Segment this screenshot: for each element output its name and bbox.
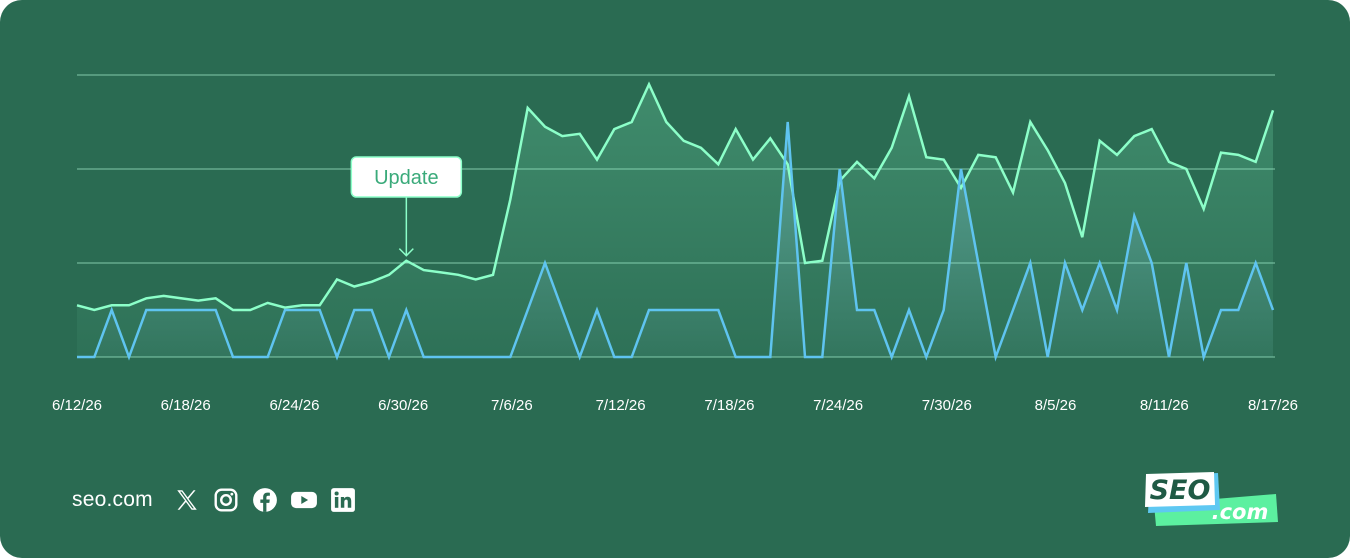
x-tick-label: 6/18/26 [161, 397, 211, 414]
annotation-label: Update [374, 167, 439, 189]
footer: seo.com [72, 482, 368, 518]
x-tick-label: 8/5/26 [1035, 397, 1077, 414]
x-tick-label: 8/11/26 [1140, 397, 1189, 414]
x-tick-label: 6/12/26 [52, 397, 102, 414]
site-link[interactable]: seo.com [72, 488, 153, 512]
facebook-icon[interactable] [251, 486, 279, 514]
instagram-icon[interactable] [212, 486, 240, 514]
logo-seo-text: SEO [1150, 475, 1211, 506]
x-tick-label: 6/24/26 [269, 397, 319, 414]
youtube-icon[interactable] [290, 486, 318, 514]
x-icon[interactable] [173, 486, 201, 514]
logo-com-text: .com [1212, 500, 1269, 524]
x-tick-label: 7/6/26 [491, 397, 533, 414]
x-tick-label: 7/12/26 [596, 397, 646, 414]
x-tick-label: 7/24/26 [813, 397, 863, 414]
x-tick-label: 7/18/26 [704, 397, 754, 414]
chart-card: Update 6/12/26 6/18/26 6/24/26 6/30/26 7/6/2… [0, 0, 1350, 558]
seo-com-logo: SEO .com [1145, 472, 1278, 526]
x-tick-label: 6/30/26 [378, 397, 428, 414]
x-tick-label: 8/17/26 [1248, 397, 1298, 414]
linkedin-icon[interactable] [329, 486, 357, 514]
x-tick-label: 7/30/26 [922, 397, 972, 414]
